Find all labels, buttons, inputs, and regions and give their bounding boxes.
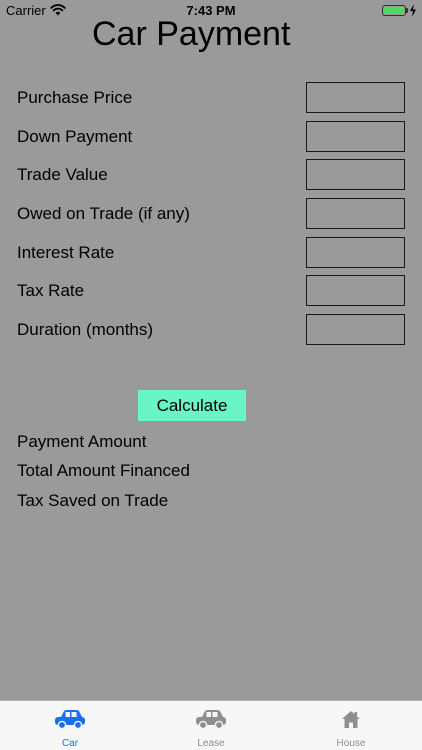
tab-car-label: Car (61, 738, 79, 749)
tab-lease-label: Lease (197, 738, 225, 749)
form-row-purchase-price: Purchase Price (0, 82, 422, 114)
tab-car[interactable]: Car (0, 701, 140, 750)
purchase-price-input[interactable] (306, 82, 405, 113)
page-title: Car Payment (92, 15, 291, 53)
interest-rate-label: Interest Rate (17, 243, 115, 262)
duration-input[interactable] (306, 314, 405, 345)
form-row-down-payment: Down Payment (0, 121, 422, 153)
down-payment-input[interactable] (306, 121, 405, 152)
form-row-tax-rate: Tax Rate (0, 275, 422, 307)
tab-bar: Car Lease House (0, 700, 422, 750)
purchase-price-label: Purchase Price (17, 88, 133, 107)
form-row-owed-on-trade: Owed on Trade (if any) (0, 198, 422, 230)
interest-rate-input[interactable] (306, 237, 405, 268)
total-amount-financed-label: Total Amount Financed (17, 461, 190, 480)
form-row-duration: Duration (months) (0, 314, 422, 346)
tab-house-label: House (336, 738, 366, 749)
battery-level (384, 7, 404, 14)
owed-on-trade-label: Owed on Trade (if any) (17, 204, 190, 223)
form-row-trade-value: Trade Value (0, 159, 422, 191)
down-payment-label: Down Payment (17, 127, 133, 146)
car-icon (196, 710, 226, 730)
form-row-interest-rate: Interest Rate (0, 237, 422, 269)
tab-house[interactable]: House (281, 701, 421, 750)
charging-bolt-icon (410, 4, 416, 17)
tax-rate-label: Tax Rate (17, 281, 85, 300)
car-icon (55, 710, 85, 730)
tax-saved-on-trade-label: Tax Saved on Trade (17, 491, 169, 510)
tab-lease[interactable]: Lease (141, 701, 281, 750)
owed-on-trade-input[interactable] (306, 198, 405, 229)
battery-icon (382, 5, 406, 16)
tax-rate-input[interactable] (306, 275, 405, 306)
duration-label: Duration (months) (17, 320, 154, 339)
trade-value-input[interactable] (306, 159, 405, 190)
calculate-button[interactable]: Calculate (138, 390, 246, 421)
trade-value-label: Trade Value (17, 165, 108, 184)
battery-nub (406, 8, 408, 13)
payment-amount-label: Payment Amount (17, 432, 147, 451)
house-icon (342, 711, 360, 728)
